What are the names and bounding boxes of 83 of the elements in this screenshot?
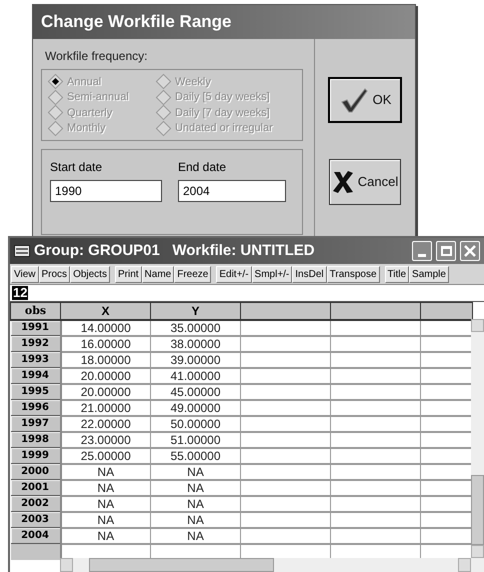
toolbar-button[interactable]: Freeze (174, 266, 212, 282)
x-icon (332, 170, 354, 194)
toolbar-button[interactable]: Title (384, 266, 410, 282)
row-header: 1997 (10, 416, 60, 432)
end-date-field[interactable]: 2004 (178, 180, 286, 202)
toolbar-button[interactable]: Edit+/- (216, 266, 252, 282)
close-button[interactable] (460, 241, 480, 261)
start-date-field[interactable]: 1990 (50, 180, 162, 202)
toolbar-button[interactable]: Sample (409, 266, 449, 282)
horizontal-scrollbar[interactable] (60, 558, 484, 572)
column-header: X (60, 302, 150, 320)
radio-label: Annual (67, 74, 102, 90)
table-cell: 41.00000 (150, 368, 240, 384)
close-icon (464, 245, 476, 257)
edit-field[interactable]: 12 (12, 286, 28, 300)
table-cell: NA (60, 480, 150, 496)
table-cell: NA (150, 480, 240, 496)
radio-label: Daily [5 day weeks] (174, 90, 270, 105)
checkmark-icon (338, 87, 369, 113)
table-cell: 51.00000 (150, 432, 240, 448)
table-cell: NA (150, 528, 240, 544)
table-cell: 14.00000 (60, 320, 150, 336)
table-cell: 22.00000 (60, 416, 150, 432)
table-cell: 25.00000 (60, 448, 150, 464)
table-cell: 50.00000 (150, 416, 240, 432)
ok-button[interactable]: OK (328, 77, 402, 123)
table-cell: 38.00000 (150, 336, 240, 352)
radio-label: Monthly (67, 121, 106, 136)
toolbar-button[interactable]: Print (114, 266, 142, 282)
table-cell: 20.00000 (60, 384, 150, 400)
toolbar-button[interactable]: InsDel (292, 266, 327, 282)
toolbar-button[interactable]: Objects (70, 266, 110, 282)
row-header: 2004 (10, 528, 60, 544)
table-cell: NA (150, 464, 240, 480)
row-header: 2000 (10, 464, 60, 480)
table-cell: 35.00000 (150, 320, 240, 336)
table-cell: NA (60, 464, 150, 480)
window-title: Group: GROUP01 Workfile: UNTITLED (34, 240, 316, 261)
row-header: 1996 (10, 400, 60, 416)
minimize-button[interactable] (412, 241, 432, 261)
window-title: Change Workfile Range (33, 5, 415, 39)
row-header: 1993 (10, 352, 60, 368)
toolbar-button[interactable]: Transpose (326, 266, 380, 282)
frequency-label: Workfile frequency: (45, 48, 148, 65)
table-cell: 45.00000 (150, 384, 240, 400)
toolbar-button[interactable]: View (11, 266, 38, 282)
window-icon (14, 245, 30, 257)
table-cell: NA (60, 512, 150, 528)
row-header: 1992 (10, 336, 60, 352)
table-cell: NA (150, 512, 240, 528)
row-header: 2002 (10, 496, 60, 512)
table-cell: 16.00000 (60, 336, 150, 352)
row-header: 1998 (10, 432, 60, 448)
radio-label: Semi-annual (67, 90, 129, 105)
table-cell: 39.00000 (150, 352, 240, 368)
table-cell: NA (60, 528, 150, 544)
column-header: obs (10, 302, 60, 320)
table-cell: 20.00000 (60, 368, 150, 384)
row-header: 2001 (10, 480, 60, 496)
table-cell: 18.00000 (60, 352, 150, 368)
row-header: 2003 (10, 512, 60, 528)
vertical-scrollbar[interactable] (471, 319, 484, 558)
radio-label: Weekly (174, 74, 211, 90)
toolbar-button[interactable]: Smpl+/- (252, 266, 292, 282)
end-date-label: End date (178, 159, 228, 176)
table-cell: 21.00000 (60, 400, 150, 416)
row-header: 1995 (10, 384, 60, 400)
table-cell: 23.00000 (60, 432, 150, 448)
cancel-button[interactable]: Cancel (329, 159, 401, 205)
table-cell: NA (60, 496, 150, 512)
table-cell: 49.00000 (150, 400, 240, 416)
radio-label: Undated or irregular (174, 121, 273, 136)
radio-label: Quarterly (67, 106, 112, 120)
table-cell: 55.00000 (150, 448, 240, 464)
toolbar-button[interactable]: Name (142, 266, 174, 282)
start-date-label: Start date (50, 159, 104, 176)
column-header: Y (150, 302, 240, 320)
toolbar-button[interactable]: Procs (38, 266, 70, 282)
row-header: 1999 (10, 448, 60, 464)
maximize-button[interactable] (436, 241, 456, 261)
radio-label: Daily [7 day weeks] (174, 106, 270, 120)
row-header: 1994 (10, 368, 60, 384)
table-cell: NA (150, 496, 240, 512)
